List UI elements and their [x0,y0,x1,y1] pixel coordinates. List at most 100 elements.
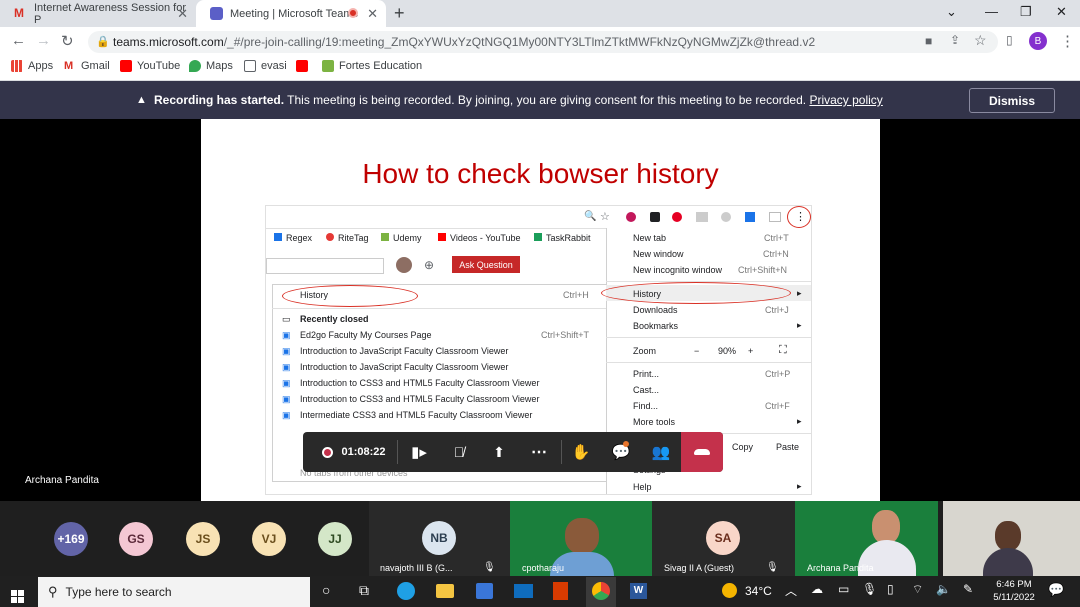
close-tab-icon[interactable]: ✕ [367,6,378,22]
bookmark-ritetag: RiteTag [326,233,369,243]
menu-incognito: New incognito window [633,265,723,275]
meet-now-icon[interactable]: ▭ [838,582,849,596]
ritetag-icon [326,233,334,241]
tab-gmail[interactable]: M Internet Awareness Session for P ✕ [0,0,196,27]
more-options-icon[interactable]: ⋯ [519,432,559,472]
participant-name: navajoth III B (G... [380,563,453,573]
dismiss-button[interactable]: Dismiss [969,88,1055,113]
menu-icon[interactable]: ⋮ [1060,32,1075,50]
share-screen-button[interactable]: ⬆ [479,432,519,472]
participant-face [995,521,1021,551]
chevron-up-icon[interactable]: ︿ [785,582,797,599]
side-panel-icon[interactable]: ▯ [1006,33,1013,47]
meeting-controls: 01:08:22 ▮▸ 🎙̸ ⬆ ⋯ ✋ 💬 👥 [303,432,723,472]
camera-icon[interactable]: ■ [925,34,932,48]
maximize-button[interactable]: ❐ [1020,4,1032,20]
bookmark-evasi[interactable]: evasi [244,60,287,72]
zoom-value: 90% [718,346,737,356]
mail-icon[interactable] [514,584,533,598]
recording-indicator-icon [348,8,358,18]
bookmark-youtube[interactable]: YouTube [120,60,180,72]
page-icon: ▣ [282,410,291,420]
history-entry: Ed2go Faculty My Courses Page [300,330,432,340]
file-explorer-icon[interactable] [436,584,454,598]
share-icon[interactable]: ⇪ [950,33,960,47]
bookmark-apps[interactable]: Apps [11,60,53,72]
pen-icon[interactable]: ✎ [963,582,973,596]
cortana-icon[interactable]: ○ [322,582,330,598]
leave-call-button[interactable] [681,432,723,472]
temperature[interactable]: 34°C [745,584,772,598]
edge-icon[interactable] [397,582,415,600]
globe-icon: ⊕ [424,258,435,272]
notifications-icon[interactable]: 💬 [1048,582,1064,598]
bookmark-regex: Regex [274,233,312,243]
new-tab-button[interactable]: + [394,3,405,24]
office-icon[interactable] [553,582,568,600]
participant-name: cpotharaju [522,563,565,573]
windows-start-icon[interactable] [11,583,24,603]
avatar [396,257,412,273]
menu-shortcut: Ctrl+F [765,401,790,411]
teams-icon [210,7,223,20]
participants-icon[interactable]: 👥 [641,432,681,472]
extension-icon [745,212,755,222]
bookmark-fortes[interactable]: Fortes Education [322,60,422,72]
back-button[interactable]: ← [11,32,26,49]
mic-muted-icon[interactable]: 🎙̸ [439,432,479,472]
more-participants-button[interactable]: +169 [54,522,88,556]
participant-avatar[interactable]: JJ [318,522,352,556]
url-text[interactable]: teams.microsoft.com/_#/pre-join-calling/… [113,35,815,49]
tab-teams[interactable]: Meeting | Microsoft Teams ✕ [196,0,386,27]
profile-avatar[interactable]: B [1029,32,1047,50]
forward-button[interactable]: → [36,32,51,49]
page-icon: ▣ [282,346,291,356]
highlight-circle [787,206,811,228]
privacy-policy-link[interactable]: Privacy policy [809,93,882,107]
history-entry-shortcut: Ctrl+Shift+T [541,330,590,340]
close-tab-icon[interactable]: ✕ [177,6,188,22]
participant-face [872,510,900,544]
minimize-button[interactable]: — [985,4,998,19]
cloud-icon[interactable]: ☁ [811,582,823,596]
system-clock[interactable]: 6:46 PM 5/11/2022 [984,578,1044,604]
word-icon[interactable]: W [630,583,647,599]
camera-button[interactable]: ▮▸ [399,432,439,472]
menu-downloads: Downloads [633,305,678,315]
extension-icon [626,212,636,222]
history-shortcut: Ctrl+H [563,290,589,300]
star-icon[interactable]: ☆ [974,32,987,49]
taskbar-search-input[interactable]: ⚲ Type here to search [38,577,310,607]
ask-question-button: Ask Question [452,256,520,273]
history-entry: Intermediate CSS3 and HTML5 Faculty Clas… [300,410,533,420]
tab-title: Internet Awareness Session for P [33,1,187,26]
menu-shortcut: Ctrl+N [763,249,789,259]
udemy-icon [381,233,389,241]
task-view-icon[interactable]: ⧉ [359,582,369,599]
mic-icon[interactable]: 🎙 [862,582,877,596]
participant-avatar[interactable]: VJ [252,522,286,556]
participant-avatar[interactable]: JS [186,522,220,556]
store-icon[interactable] [476,583,493,599]
bookmark-gmail[interactable]: M Gmail [64,60,110,72]
menu-shortcut: Ctrl+P [765,369,791,379]
page-icon: ▣ [282,378,291,388]
chat-icon[interactable]: 💬 [601,432,641,472]
reload-button[interactable]: ↻ [61,32,74,50]
volume-icon[interactable]: 🔈 [936,582,951,596]
mic-icon: 🎙 [483,562,496,573]
hang-up-icon [694,449,710,455]
participant-avatar[interactable]: GS [119,522,153,556]
search-box [266,258,384,274]
taskrabbit-icon [534,233,542,241]
bookmark-maps[interactable]: Maps [189,60,233,72]
raise-hand-icon[interactable]: ✋ [561,432,601,472]
battery-icon[interactable]: ▯ [887,582,894,596]
wifi-icon[interactable]: ⌔ [912,582,923,597]
chevron-down-icon[interactable]: ⌄ [946,4,957,20]
close-window-button[interactable]: ✕ [1056,4,1067,20]
bookmark-udemy: Udemy [381,233,422,243]
menu-cast: Cast... [633,385,660,395]
recording-timer: 01:08:22 [311,432,397,472]
bookmark-youtube-2[interactable] [296,60,313,72]
